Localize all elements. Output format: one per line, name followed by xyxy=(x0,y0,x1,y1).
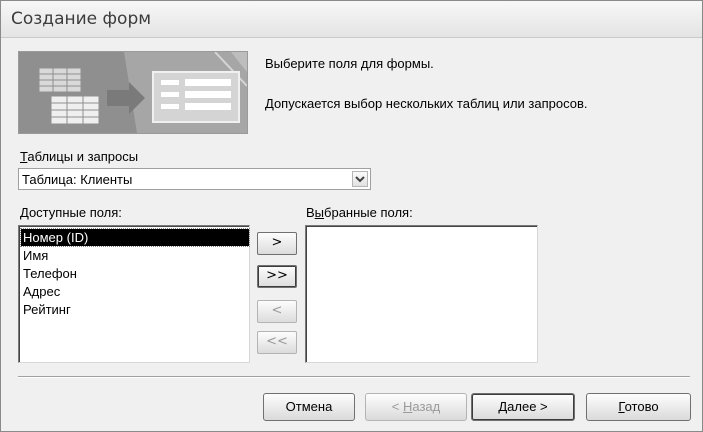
next-button[interactable]: Далее > xyxy=(471,393,575,421)
remove-all-fields-button[interactable]: << xyxy=(257,331,297,354)
available-fields-label: Доступные поля: xyxy=(20,205,122,220)
list-item[interactable]: Номер (ID) xyxy=(20,228,250,247)
available-fields-list[interactable]: Номер (ID) Имя Телефон Адрес Рейтинг xyxy=(18,225,250,363)
selected-fields-list[interactable] xyxy=(305,225,538,363)
intro-text: Выберите поля для формы. xyxy=(265,56,434,71)
list-item[interactable]: Имя xyxy=(21,247,48,264)
intro-note: Допускается выбор нескольких таблиц или … xyxy=(265,96,588,111)
title-bar[interactable]: Создание форм xyxy=(1,1,702,38)
tables-label: Таблицы и запросы xyxy=(20,149,139,164)
list-item[interactable]: Рейтинг xyxy=(21,301,71,318)
chevron-down-icon xyxy=(355,176,365,183)
window-title: Создание форм xyxy=(11,9,152,29)
back-button[interactable]: < Назад xyxy=(365,393,467,421)
list-item[interactable]: Телефон xyxy=(21,265,77,282)
add-all-fields-button[interactable]: >> xyxy=(257,265,297,288)
finish-button[interactable]: Готово xyxy=(586,393,691,421)
table-to-form-illustration-icon xyxy=(19,52,247,133)
form-wizard-dialog: Создание форм Выберите поля для формы. Д… xyxy=(0,0,703,432)
divider xyxy=(18,376,690,378)
list-item[interactable]: Адрес xyxy=(21,283,60,300)
selected-fields-label: Выбранные поля: xyxy=(306,205,413,220)
add-field-button[interactable]: > xyxy=(257,232,297,255)
tables-combobox[interactable]: Таблица: Клиенты xyxy=(18,168,371,190)
remove-field-button[interactable]: < xyxy=(257,300,297,323)
dropdown-button[interactable] xyxy=(352,171,368,187)
tables-combobox-value: Таблица: Клиенты xyxy=(22,172,133,187)
cancel-button[interactable]: Отмена xyxy=(263,393,355,421)
wizard-illustration xyxy=(18,51,248,134)
